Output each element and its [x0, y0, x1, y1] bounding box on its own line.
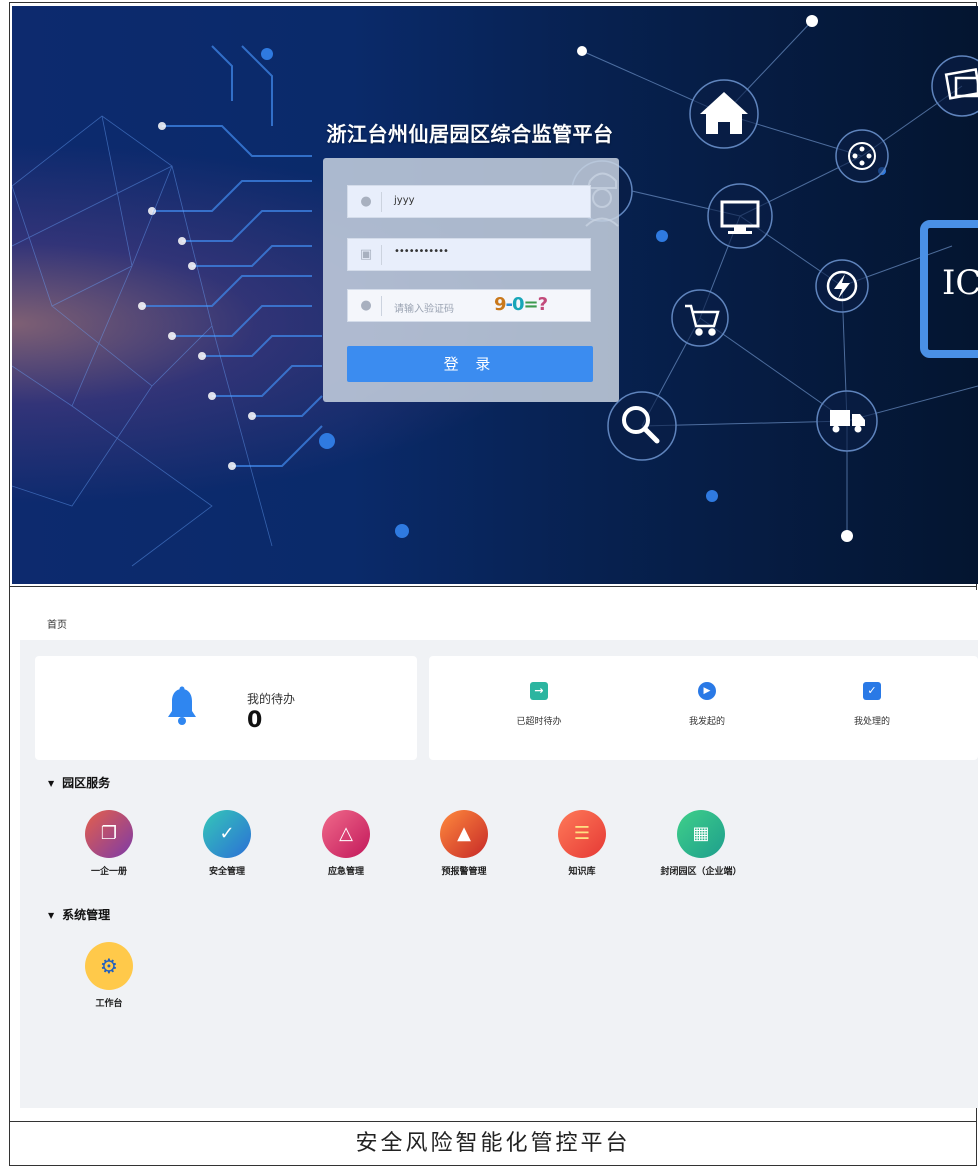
home-screenshot: 首页 我的待办 0 → 已超时待办 ▶ 我发起的 ✓ 我处理的 ▼ 园区服务 ❐ …: [20, 590, 978, 1108]
app-workbench[interactable]: ⚙ 工作台: [54, 942, 164, 1009]
section-system-management[interactable]: ▼ 系统管理: [48, 906, 110, 923]
login-title: 浙江台州仙居园区综合监管平台: [326, 122, 614, 146]
check-calendar-icon: ✓: [863, 682, 881, 700]
play-icon: ▶: [698, 682, 716, 700]
stat-initiated[interactable]: ▶ 我发起的: [652, 682, 762, 727]
lock-icon: ▣: [359, 247, 373, 262]
todo-label: 我的待办: [247, 692, 296, 706]
password-value: •••••••••••: [394, 246, 449, 257]
app-alarm-management[interactable]: ▲ 预报警管理: [409, 810, 519, 877]
caption: 安全风险智能化管控平台: [355, 1131, 631, 1156]
breadcrumb[interactable]: 首页: [47, 616, 67, 631]
captcha-image[interactable]: 9-0=?: [494, 294, 570, 318]
alarm-light-icon: ▲: [440, 810, 488, 858]
enclosure-icon: ▦: [677, 810, 725, 858]
copy-icon: ❐: [85, 810, 133, 858]
app-one-enterprise-one-book[interactable]: ❐ 一企一册: [54, 810, 164, 877]
svg-text:IC: IC: [942, 263, 978, 303]
login-screenshot: IC 浙江台州仙居园区综合监管平台 ● jyyy ▣ ••••••••••• ●…: [12, 6, 978, 584]
caret-down-icon: ▼: [48, 779, 55, 788]
app-emergency-management[interactable]: △ 应急管理: [291, 810, 401, 877]
exit-icon: →: [530, 682, 548, 700]
username-field[interactable]: ● jyyy: [347, 185, 591, 218]
gear-window-icon: ⚙: [85, 942, 133, 990]
password-field[interactable]: ▣ •••••••••••: [347, 238, 591, 271]
stats-card: → 已超时待办 ▶ 我发起的 ✓ 我处理的: [429, 656, 978, 760]
row-divider: [10, 586, 976, 587]
app-safety-management[interactable]: ✓ 安全管理: [172, 810, 282, 877]
login-button[interactable]: 登 录: [347, 346, 593, 382]
todo-count: 0: [247, 708, 263, 733]
shield-check-icon: ✓: [203, 810, 251, 858]
stat-overdue[interactable]: → 已超时待办: [484, 682, 594, 727]
row-divider: [10, 1121, 976, 1122]
stat-handled[interactable]: ✓ 我处理的: [817, 682, 927, 727]
caret-down-icon: ▼: [48, 911, 55, 920]
captcha-placeholder: 请输入验证码: [394, 304, 454, 315]
chat-card-icon: ☰: [558, 810, 606, 858]
user-icon: ●: [360, 298, 372, 313]
app-knowledge-base[interactable]: ☰ 知识库: [527, 810, 637, 877]
document-alert-icon: △: [322, 810, 370, 858]
section-park-services[interactable]: ▼ 园区服务: [48, 774, 110, 791]
captcha-field[interactable]: ● 请输入验证码 9-0=?: [347, 289, 591, 322]
bell-icon: [168, 686, 196, 725]
my-todo-card[interactable]: 我的待办 0: [35, 656, 417, 760]
user-icon: ●: [360, 194, 372, 209]
app-closed-park[interactable]: ▦ 封闭园区（企业端）: [646, 810, 756, 877]
login-panel: ● jyyy ▣ ••••••••••• ● 请输入验证码 9-0=? 登 录: [323, 158, 619, 402]
username-value: jyyy: [394, 195, 415, 206]
ic-chip-icon: IC: [920, 220, 978, 358]
